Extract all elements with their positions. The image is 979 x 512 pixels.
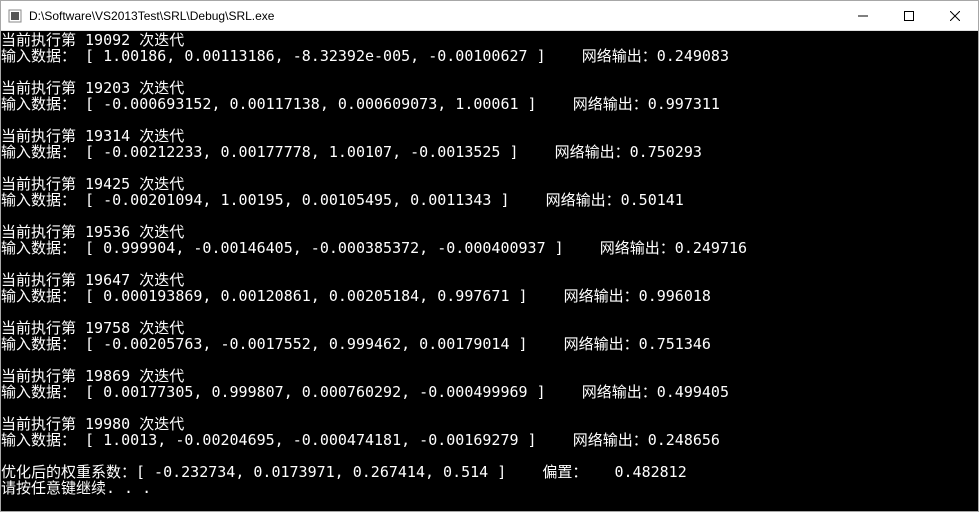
- iteration-header: 当前执行第 19092 次迭代: [1, 32, 978, 48]
- iteration-block: 当前执行第 19869 次迭代输入数据： [ 0.00177305, 0.999…: [1, 368, 978, 400]
- iteration-header: 当前执行第 19647 次迭代: [1, 272, 978, 288]
- window-title: D:\Software\VS2013Test\SRL\Debug\SRL.exe: [29, 9, 840, 23]
- iteration-data: 输入数据： [ -0.00205763, -0.0017552, 0.99946…: [1, 336, 978, 352]
- iteration-data: 输入数据： [ 0.00177305, 0.999807, 0.00076029…: [1, 384, 978, 400]
- result-weights: 优化后的权重系数：[ -0.232734, 0.0173971, 0.26741…: [1, 464, 978, 480]
- iteration-data: 输入数据： [ -0.000693152, 0.00117138, 0.0006…: [1, 96, 978, 112]
- iteration-header: 当前执行第 19314 次迭代: [1, 128, 978, 144]
- iteration-block: 当前执行第 19980 次迭代输入数据： [ 1.0013, -0.002046…: [1, 416, 978, 448]
- console-output[interactable]: 当前执行第 19092 次迭代输入数据： [ 1.00186, 0.001131…: [1, 31, 978, 511]
- iteration-data: 输入数据： [ -0.00212233, 0.00177778, 1.00107…: [1, 144, 978, 160]
- titlebar: D:\Software\VS2013Test\SRL\Debug\SRL.exe: [1, 1, 978, 31]
- iteration-block: 当前执行第 19647 次迭代输入数据： [ 0.000193869, 0.00…: [1, 272, 978, 304]
- iteration-block: 当前执行第 19092 次迭代输入数据： [ 1.00186, 0.001131…: [1, 32, 978, 64]
- iteration-header: 当前执行第 19869 次迭代: [1, 368, 978, 384]
- iteration-data: 输入数据： [ 0.999904, -0.00146405, -0.000385…: [1, 240, 978, 256]
- close-button[interactable]: [932, 1, 978, 30]
- iteration-header: 当前执行第 19536 次迭代: [1, 224, 978, 240]
- iteration-data: 输入数据： [ 0.000193869, 0.00120861, 0.00205…: [1, 288, 978, 304]
- iteration-block: 当前执行第 19758 次迭代输入数据： [ -0.00205763, -0.0…: [1, 320, 978, 352]
- iteration-block: 当前执行第 19203 次迭代输入数据： [ -0.000693152, 0.0…: [1, 80, 978, 112]
- iteration-data: 输入数据： [ 1.0013, -0.00204695, -0.00047418…: [1, 432, 978, 448]
- iteration-header: 当前执行第 19425 次迭代: [1, 176, 978, 192]
- iteration-data: 输入数据： [ -0.00201094, 1.00195, 0.00105495…: [1, 192, 978, 208]
- window-controls: [840, 1, 978, 30]
- iteration-header: 当前执行第 19980 次迭代: [1, 416, 978, 432]
- iteration-header: 当前执行第 19758 次迭代: [1, 320, 978, 336]
- minimize-button[interactable]: [840, 1, 886, 30]
- iteration-block: 当前执行第 19314 次迭代输入数据： [ -0.00212233, 0.00…: [1, 128, 978, 160]
- app-icon: [7, 8, 23, 24]
- app-window: D:\Software\VS2013Test\SRL\Debug\SRL.exe…: [0, 0, 979, 512]
- continue-prompt: 请按任意键继续. . .: [1, 480, 978, 496]
- maximize-button[interactable]: [886, 1, 932, 30]
- iteration-header: 当前执行第 19203 次迭代: [1, 80, 978, 96]
- iteration-block: 当前执行第 19425 次迭代输入数据： [ -0.00201094, 1.00…: [1, 176, 978, 208]
- iteration-data: 输入数据： [ 1.00186, 0.00113186, -8.32392e-0…: [1, 48, 978, 64]
- iteration-block: 当前执行第 19536 次迭代输入数据： [ 0.999904, -0.0014…: [1, 224, 978, 256]
